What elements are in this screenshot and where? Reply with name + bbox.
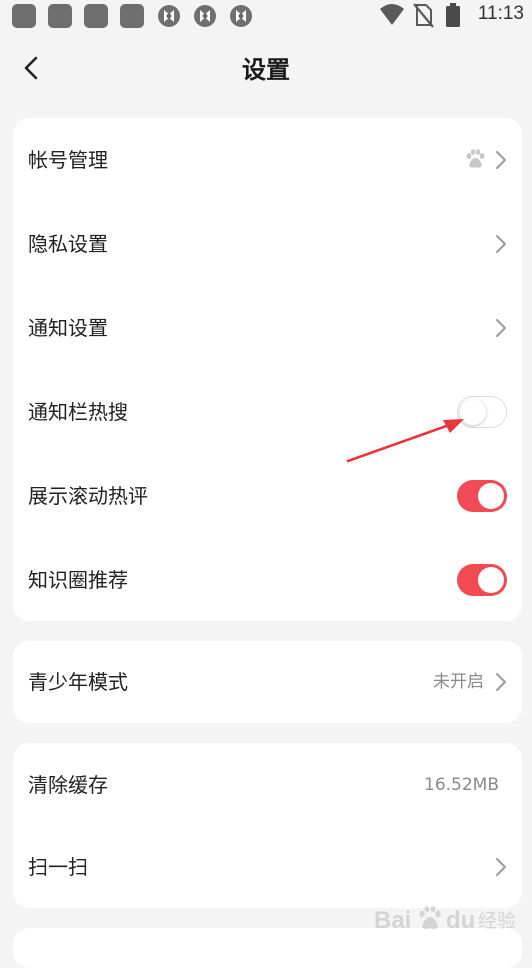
settings-group-tools: 清除缓存 16.52MB 扫一扫 — [13, 743, 522, 908]
chevron-right-icon — [494, 317, 508, 339]
toggle-knob — [478, 483, 504, 509]
sync-icon — [229, 4, 253, 28]
notification-app-icon — [12, 4, 36, 28]
settings-group-youth: 青少年模式 未开启 — [13, 641, 522, 723]
row-label: 展示滚动热评 — [28, 454, 148, 538]
row-account-management[interactable]: 帐号管理 — [13, 118, 522, 202]
scroll-hot-comments-toggle[interactable] — [457, 480, 507, 512]
annotation-arrow-icon — [340, 408, 470, 468]
svg-text:Bai: Bai — [374, 907, 411, 934]
youth-mode-status: 未开启 — [433, 641, 484, 723]
app-header: 设置 — [0, 40, 532, 96]
row-knowledge-circle-recommend: 知识圈推荐 — [13, 538, 522, 621]
sync-icon — [193, 4, 217, 28]
row-label: 扫一扫 — [28, 827, 88, 908]
no-sim-icon — [412, 2, 434, 28]
row-label: 通知设置 — [28, 286, 108, 370]
row-label: 隐私设置 — [28, 202, 108, 286]
row-privacy-settings[interactable]: 隐私设置 — [13, 202, 522, 286]
notification-app-icon — [84, 4, 108, 28]
row-notification-settings[interactable]: 通知设置 — [13, 286, 522, 370]
row-label: 知识圈推荐 — [28, 538, 128, 621]
row-label: 青少年模式 — [28, 641, 128, 723]
settings-group-main: 帐号管理 隐私设置 通知设置 通知栏热搜 展示滚动热评 — [13, 118, 522, 621]
sync-icon — [157, 4, 181, 28]
chevron-right-icon — [494, 233, 508, 255]
cache-size: 16.52MB — [424, 743, 499, 827]
row-youth-mode[interactable]: 青少年模式 未开启 — [13, 641, 522, 723]
toggle-knob — [478, 567, 504, 593]
notification-app-icon — [48, 4, 72, 28]
baidu-paw-icon — [464, 148, 486, 170]
row-label: 清除缓存 — [28, 743, 108, 827]
svg-text:du: du — [446, 907, 475, 934]
page-title: 设置 — [0, 50, 532, 85]
wifi-icon — [378, 2, 406, 28]
clock: 11:13 — [478, 3, 524, 25]
battery-icon — [445, 2, 461, 28]
status-bar: 11:13 — [0, 0, 532, 32]
row-label: 帐号管理 — [28, 118, 108, 202]
chevron-right-icon — [494, 856, 508, 878]
baidu-jingyan-watermark-logo: Bai du 经验 — [374, 901, 524, 937]
notification-app-icon — [120, 4, 144, 28]
svg-text:经验: 经验 — [478, 910, 516, 932]
chevron-right-icon — [494, 671, 508, 693]
row-clear-cache[interactable]: 清除缓存 16.52MB — [13, 743, 522, 827]
row-label: 通知栏热搜 — [28, 370, 128, 454]
knowledge-circle-recommend-toggle[interactable] — [457, 564, 507, 596]
chevron-right-icon — [494, 149, 508, 171]
row-scan[interactable]: 扫一扫 — [13, 827, 522, 908]
